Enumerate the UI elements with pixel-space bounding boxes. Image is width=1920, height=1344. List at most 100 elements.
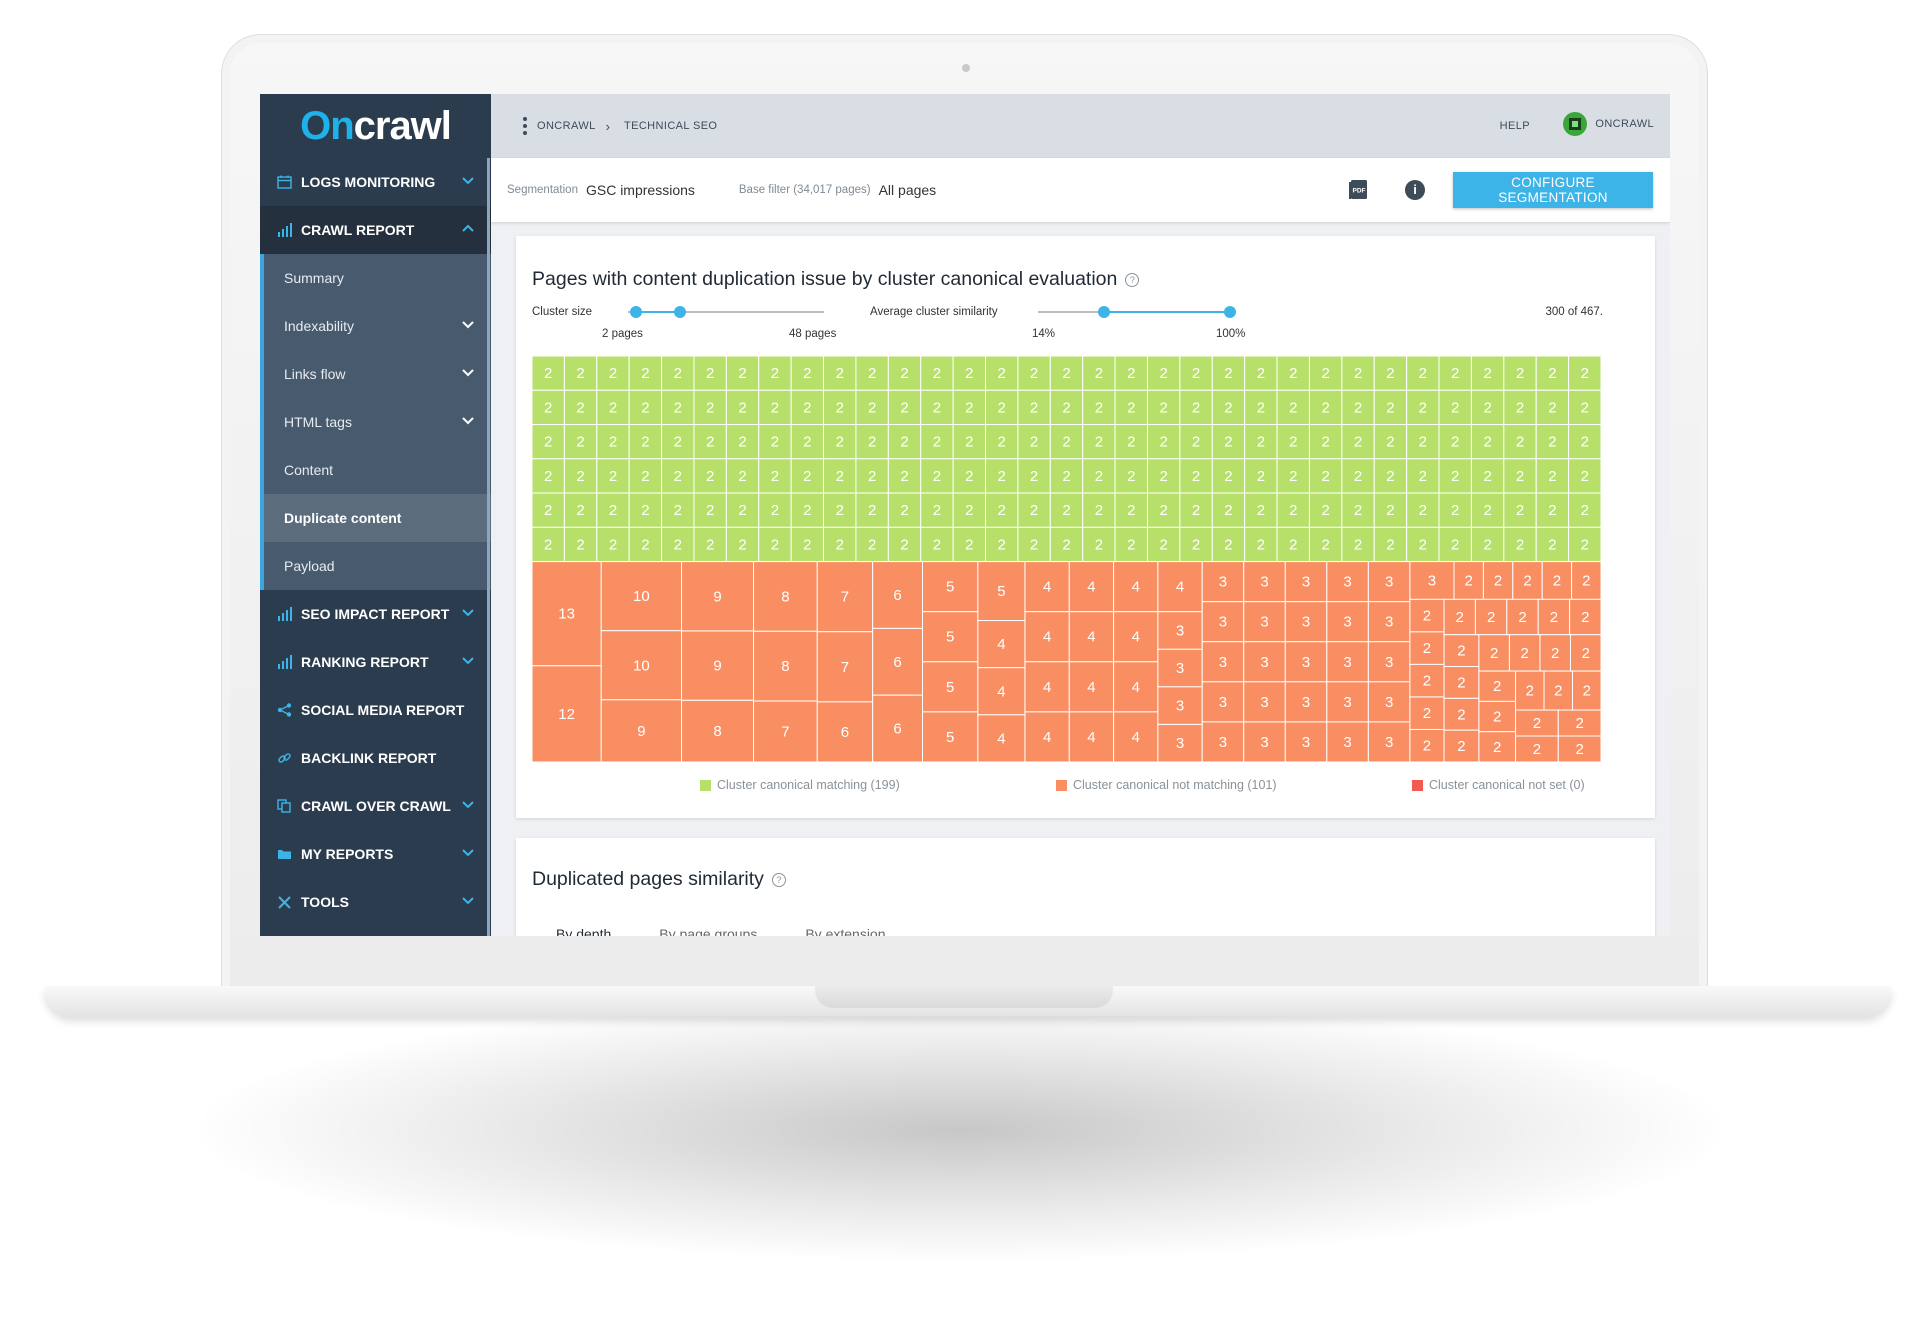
sidebar-subitem-links-flow[interactable]: Links flow (260, 350, 491, 398)
treemap-cell-label: 3 (1343, 614, 1351, 631)
treemap-cell-label: 2 (1548, 399, 1556, 416)
treemap-cell-label: 2 (965, 502, 973, 519)
treemap-cell-label: 2 (1419, 536, 1427, 553)
similarity-slider[interactable] (1038, 305, 1238, 319)
pdf-icon[interactable]: PDF (1348, 179, 1370, 201)
breadcrumb-technical-seo[interactable]: TECHNICAL SEO (624, 120, 717, 132)
treemap-cell-label: 4 (1132, 629, 1140, 646)
configure-segmentation-button[interactable]: CONFIGURE SEGMENTATION (1453, 172, 1653, 208)
chevron-down-icon (459, 892, 477, 910)
sidebar-item-label: RANKING REPORT (301, 654, 429, 670)
sidebar-item-ranking-report[interactable]: RANKING REPORT (260, 638, 491, 686)
cluster-size-slider[interactable] (628, 305, 828, 319)
treemap-cell-label: 2 (1386, 434, 1394, 451)
tab-by-depth[interactable]: By depth (556, 926, 611, 936)
treemap-cell-label: 2 (1030, 399, 1038, 416)
treemap-cell-label: 2 (933, 365, 941, 382)
sidebar-item-my-reports[interactable]: MY REPORTS (260, 830, 491, 878)
sidebar-subitem-content[interactable]: Content (260, 446, 491, 494)
sidebar-subitem-duplicate-content[interactable]: Duplicate content (260, 494, 491, 542)
treemap-cell-label: 2 (1516, 365, 1524, 382)
info-icon[interactable]: i (1405, 180, 1425, 200)
tab-by-extension[interactable]: By extension (805, 926, 885, 936)
legend-item-matching[interactable]: Cluster canonical matching (199) (700, 778, 900, 792)
treemap-cell-label: 2 (1030, 502, 1038, 519)
chevron-down-icon (459, 844, 477, 862)
treemap-cell-label: 2 (1062, 536, 1070, 553)
help-link[interactable]: HELP (1500, 120, 1530, 132)
treemap-cell-label: 2 (1354, 365, 1362, 382)
treemap-cell-label: 6 (893, 721, 901, 738)
bar-chart-icon (275, 653, 293, 671)
treemap-cell-label: 2 (1386, 365, 1394, 382)
treemap-cell-label: 2 (1581, 434, 1589, 451)
treemap-cell-label: 2 (706, 536, 714, 553)
treemap-cell-label: 2 (1160, 434, 1168, 451)
sidebar-item-backlink-report[interactable]: BACKLINK REPORT (260, 734, 491, 782)
treemap-cell-label: 2 (1483, 365, 1491, 382)
treemap-cell-label: 2 (544, 536, 552, 553)
treemap-cell-label: 2 (1516, 468, 1524, 485)
sidebar-item-logs-monitoring[interactable]: LOGS MONITORING (260, 158, 491, 206)
duplication-treemap[interactable]: 2 2 2 2 2 2 2 2 2 2 2 2 2 2 2 2 2 2 2 2 2 2 2 2 2 2 2 2 2 2 2 2 2 2 2 2 2 2 2 2… (532, 356, 1601, 762)
sidebar-item-tools[interactable]: TOOLS (260, 878, 491, 926)
similarity-card: Duplicated pages similarity? By depth By… (516, 838, 1655, 936)
treemap-cell-label: 3 (1260, 574, 1268, 591)
laptop-notch (815, 986, 1113, 1008)
sidebar-item-crawl-over-crawl[interactable]: CRAWL OVER CRAWL (260, 782, 491, 830)
treemap-cell-label: 9 (637, 723, 645, 740)
treemap-cell-label: 2 (1533, 715, 1541, 732)
treemap-cell-label: 2 (965, 434, 973, 451)
treemap-cell-label: 3 (1428, 572, 1436, 589)
user-menu[interactable]: ONCRAWL (1563, 112, 1654, 136)
treemap-cell-label: 2 (965, 365, 973, 382)
sidebar-item-crawl-report[interactable]: CRAWL REPORT (260, 206, 491, 254)
legend-swatch (700, 779, 711, 791)
base-filter-select[interactable]: All pages (879, 182, 937, 198)
treemap-cell-label: 2 (1457, 738, 1465, 755)
chevron-up-icon (459, 220, 477, 238)
treemap-cell-label: 2 (1521, 645, 1529, 662)
sidebar-subitem-summary[interactable]: Summary (260, 254, 491, 302)
legend-item-not-set[interactable]: Cluster canonical not set (0) (1412, 778, 1585, 792)
treemap-cell-label: 2 (1516, 536, 1524, 553)
sidebar-subitem-label: Payload (284, 558, 335, 574)
treemap-cell-label: 7 (781, 724, 789, 741)
treemap-cell-label: 3 (1302, 614, 1310, 631)
segmentation-select[interactable]: GSC impressions (586, 182, 695, 198)
sidebar-subitem-payload[interactable]: Payload (260, 542, 491, 590)
help-icon[interactable]: ? (1125, 272, 1140, 287)
app-screen: Oncrawl LOGS MONITORING CRAWL REPORT Sum… (260, 94, 1670, 936)
treemap-cell-label: 8 (781, 588, 789, 605)
legend-item-not-matching[interactable]: Cluster canonical not matching (101) (1056, 778, 1277, 792)
sidebar-item-seo-impact-report[interactable]: SEO IMPACT REPORT (260, 590, 491, 638)
chevron-right-icon: › (605, 118, 610, 134)
laptop-camera (962, 64, 970, 72)
breadcrumb-oncrawl[interactable]: ONCRAWL (537, 120, 596, 132)
sidebar-subitem-html-tags[interactable]: HTML tags (260, 398, 491, 446)
treemap-cell-label: 2 (1257, 468, 1265, 485)
treemap-cell-label: 3 (1260, 614, 1268, 631)
treemap-cell-label: 2 (1423, 738, 1431, 755)
sidebar-scrollbar[interactable] (487, 158, 490, 936)
treemap-cell-label: 2 (576, 365, 584, 382)
tab-by-page-groups[interactable]: By page groups (659, 926, 757, 936)
treemap-cell-label: 4 (1132, 729, 1140, 746)
treemap-cell-label: 4 (1132, 579, 1140, 596)
treemap-cell-label: 2 (803, 502, 811, 519)
treemap-cell-label: 2 (1526, 683, 1534, 700)
filter-bar: Segmentation GSC impressions Base filter… (491, 158, 1670, 222)
sidebar-subitem-indexability[interactable]: Indexability (260, 302, 491, 350)
sidebar-item-social-media-report[interactable]: SOCIAL MEDIA REPORT (260, 686, 491, 734)
treemap-cell-label: 5 (946, 629, 954, 646)
treemap-cell-label: 2 (771, 399, 779, 416)
more-vertical-icon[interactable] (517, 117, 533, 135)
sidebar: Oncrawl LOGS MONITORING CRAWL REPORT Sum… (260, 94, 491, 936)
logo[interactable]: Oncrawl (260, 94, 491, 158)
treemap-cell-label: 2 (1494, 572, 1502, 589)
treemap-cell-label: 2 (1451, 536, 1459, 553)
bar-chart-icon (275, 221, 293, 239)
copy-icon (275, 797, 293, 815)
help-icon[interactable]: ? (771, 872, 786, 887)
treemap-cell-label: 2 (1224, 365, 1232, 382)
